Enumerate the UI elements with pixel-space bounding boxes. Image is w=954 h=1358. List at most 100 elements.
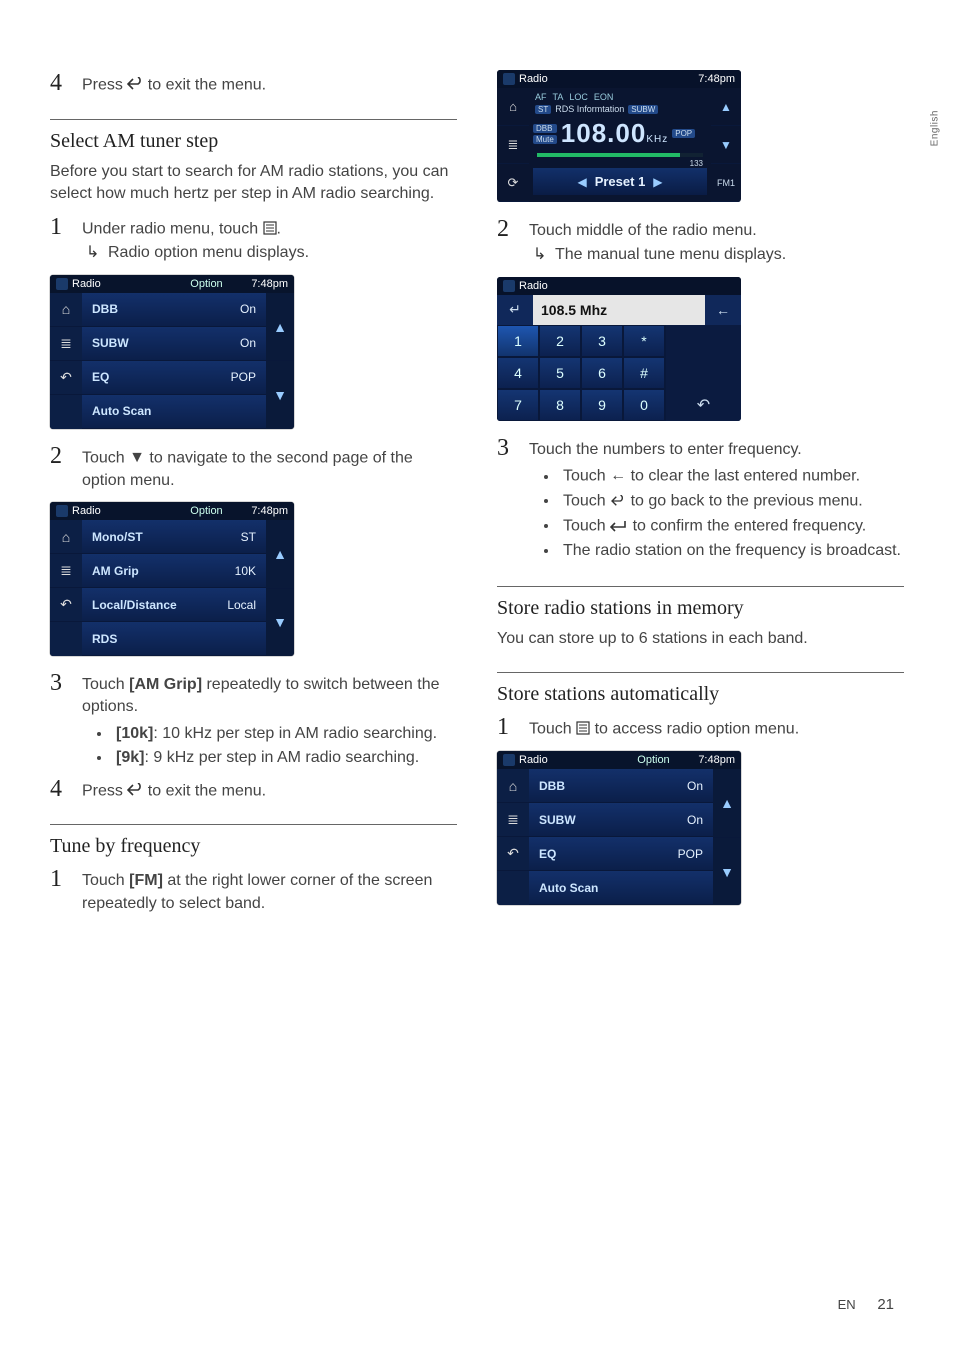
keypad-key[interactable]: 8 bbox=[539, 389, 581, 421]
bullet-item: Touch to confirm the entered frequency. bbox=[559, 515, 904, 538]
step-4-top: 4 Press to exit the menu. bbox=[50, 70, 457, 97]
freq-bar[interactable] bbox=[537, 153, 703, 157]
preset-prev-icon[interactable]: ◀ bbox=[577, 175, 586, 189]
bullet-text: The radio station on the frequency is br… bbox=[563, 542, 901, 559]
option-row[interactable]: RDS bbox=[82, 622, 266, 656]
scroll-down-icon[interactable]: ▼ bbox=[711, 126, 741, 164]
am-step-2: 2 Touch ▼ to navigate to the second page… bbox=[50, 443, 457, 492]
step-number: 1 bbox=[50, 214, 82, 240]
back-icon bbox=[127, 74, 143, 96]
scroll-up-icon[interactable]: ▲ bbox=[711, 88, 741, 126]
am-step-1: 1 Under radio menu, touch . ↳ Radio opti… bbox=[50, 214, 457, 265]
scroll-down-icon[interactable]: ▼ bbox=[266, 361, 294, 429]
back-icon[interactable]: ↶ bbox=[497, 837, 529, 871]
option-key: DBB bbox=[92, 302, 240, 316]
home-icon[interactable]: ⌂ bbox=[497, 88, 529, 126]
option-value: On bbox=[687, 813, 703, 827]
bullet-text: : 9 kHz per step in AM radio searching. bbox=[144, 749, 419, 766]
header-time: 7:48pm bbox=[251, 505, 288, 517]
back-icon[interactable]: ↶ bbox=[50, 588, 82, 622]
indicator: LOC bbox=[569, 92, 588, 102]
option-key: RDS bbox=[92, 632, 256, 646]
keypad-key[interactable]: 3 bbox=[581, 325, 623, 357]
keypad-key[interactable]: 6 bbox=[581, 357, 623, 389]
band-button[interactable]: FM1 bbox=[711, 164, 741, 202]
option-row[interactable]: AM Grip10K bbox=[82, 554, 266, 588]
option-row[interactable]: EQPOP bbox=[529, 837, 713, 871]
radio-app-icon bbox=[56, 278, 68, 290]
bullet-label: [10k] bbox=[116, 725, 153, 742]
app-title: Radio bbox=[72, 278, 162, 290]
bullet-label: [9k] bbox=[116, 749, 144, 766]
keypad-frequency: 108.5 Mhz bbox=[533, 295, 705, 325]
back-icon[interactable]: ↶ bbox=[50, 361, 82, 395]
bullet-pre: Touch bbox=[563, 492, 610, 509]
bullet-post: to confirm the entered frequency. bbox=[628, 517, 866, 534]
left-column: 4 Press to exit the menu. Select AM tune… bbox=[50, 70, 457, 919]
option-row[interactable]: DBBOn bbox=[82, 293, 266, 327]
preset-next-icon[interactable]: ▶ bbox=[653, 175, 662, 189]
option-row[interactable]: SUBWOn bbox=[529, 803, 713, 837]
keypad-key[interactable]: 4 bbox=[497, 357, 539, 389]
tune-step-1: 1 Touch [FM] at the right lower corner o… bbox=[50, 866, 457, 915]
app-title: Radio bbox=[72, 505, 162, 517]
option-key: SUBW bbox=[539, 813, 687, 827]
step-text-post: to access radio option menu. bbox=[590, 721, 799, 738]
keypad-key[interactable]: # bbox=[623, 357, 665, 389]
option-row[interactable]: Local/DistanceLocal bbox=[82, 588, 266, 622]
keypad-key[interactable]: 5 bbox=[539, 357, 581, 389]
keypad-back-icon[interactable]: ↶ bbox=[665, 325, 741, 421]
step-text-post: . bbox=[277, 220, 281, 237]
bullet-pre: Touch bbox=[563, 468, 610, 485]
section-intro: You can store up to 6 stations in each b… bbox=[497, 628, 904, 650]
backspace-icon[interactable]: ← bbox=[705, 295, 741, 325]
scroll-up-icon[interactable]: ▲ bbox=[266, 520, 294, 589]
keypad-key[interactable]: * bbox=[623, 325, 665, 357]
home-icon[interactable]: ⌂ bbox=[497, 769, 529, 803]
enter-icon bbox=[610, 515, 628, 537]
keypad-screenshot: Radio ↵ 108.5 Mhz ← 1 2 3 * ↶ 4 5 6 # 7 … bbox=[497, 277, 741, 421]
step-number: 2 bbox=[50, 443, 82, 469]
app-title: Radio bbox=[519, 280, 548, 292]
radio-app-icon bbox=[503, 73, 515, 85]
keypad-key[interactable]: 2 bbox=[539, 325, 581, 357]
menu-icon bbox=[576, 718, 590, 740]
keypad-key[interactable]: 9 bbox=[581, 389, 623, 421]
option-row[interactable]: EQPOP bbox=[82, 361, 266, 395]
enter-icon[interactable]: ↵ bbox=[497, 295, 533, 325]
menu-icon bbox=[263, 218, 277, 240]
preset-label[interactable]: Preset 1 bbox=[595, 174, 646, 189]
app-title: Radio bbox=[519, 754, 609, 766]
section-intro: Before you start to search for AM radio … bbox=[50, 161, 457, 206]
keypad-key[interactable]: 0 bbox=[623, 389, 665, 421]
scroll-down-icon[interactable]: ▼ bbox=[713, 838, 741, 906]
option-value: ST bbox=[241, 530, 256, 544]
option-row[interactable]: Auto Scan bbox=[529, 871, 713, 905]
scroll-up-icon[interactable]: ▲ bbox=[713, 769, 741, 838]
step-text-pre: Touch bbox=[82, 872, 129, 889]
section-heading-tune-freq: Tune by frequency bbox=[50, 835, 457, 858]
left-arrow-icon: ← bbox=[610, 465, 626, 487]
scroll-up-icon[interactable]: ▲ bbox=[266, 293, 294, 362]
home-icon[interactable]: ⌂ bbox=[50, 520, 82, 554]
list-icon[interactable]: ≣ bbox=[50, 554, 82, 588]
keypad-key[interactable]: 7 bbox=[497, 389, 539, 421]
bullet-post: to go back to the previous menu. bbox=[626, 492, 863, 509]
list-icon[interactable]: ≣ bbox=[50, 327, 82, 361]
list-icon[interactable]: ≣ bbox=[497, 803, 529, 837]
list-icon[interactable]: ≣ bbox=[497, 126, 529, 164]
result-arrow-icon: ↳ bbox=[82, 242, 108, 264]
option-key: Local/Distance bbox=[92, 598, 227, 612]
option-row[interactable]: Auto Scan bbox=[82, 395, 266, 429]
scroll-down-icon[interactable]: ▼ bbox=[266, 589, 294, 657]
option-row[interactable]: Mono/STST bbox=[82, 520, 266, 554]
option-value: 10K bbox=[235, 564, 256, 578]
step-text-post: to exit the menu. bbox=[143, 76, 266, 93]
option-row[interactable]: SUBWOn bbox=[82, 327, 266, 361]
frequency-display[interactable]: 108.00KHz bbox=[561, 116, 668, 151]
option-row[interactable]: DBBOn bbox=[529, 769, 713, 803]
keypad-key[interactable]: 1 bbox=[497, 325, 539, 357]
scan-icon[interactable]: ⟳ bbox=[497, 164, 529, 202]
radio-main-screenshot: Radio 7:48pm ⌂ ≣ ⟳ AF TA LOC EON bbox=[497, 70, 741, 202]
home-icon[interactable]: ⌂ bbox=[50, 293, 82, 327]
